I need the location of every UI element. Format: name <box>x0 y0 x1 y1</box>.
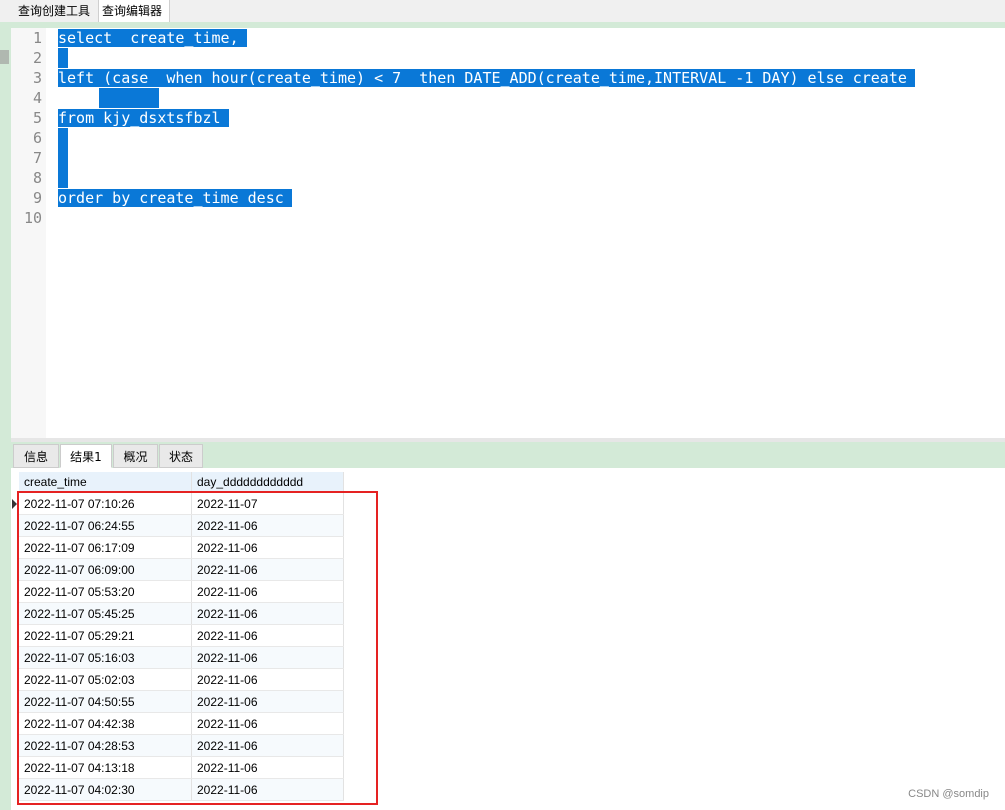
selected-code-text: from kjy_dsxtsfbzl <box>58 109 229 127</box>
selection-highlight <box>58 128 68 148</box>
code-line: select create_time, <box>58 28 247 48</box>
selected-code-text: order by create_time desc <box>58 189 292 207</box>
tab-info[interactable]: 信息 <box>13 444 59 468</box>
line-number: 6 <box>32 129 42 147</box>
selection-highlight <box>58 168 68 188</box>
line-number: 9 <box>32 189 42 207</box>
code-line: from kjy_dsxtsfbzl <box>58 108 229 128</box>
tab-overview[interactable]: 概况 <box>113 444 158 468</box>
line-number: 2 <box>32 49 42 67</box>
tab-query-builder[interactable]: 查询创建工具 <box>15 0 97 22</box>
selected-code-text: left (case when hour(create_time) < 7 th… <box>58 69 915 87</box>
tab-status[interactable]: 状态 <box>159 444 203 468</box>
line-number: 8 <box>32 169 42 187</box>
highlight-annotation-box <box>17 491 378 805</box>
left-side-panel <box>0 22 11 810</box>
tab-result1[interactable]: 结果1 <box>60 444 112 468</box>
selection-highlight <box>58 148 68 168</box>
sql-editor[interactable]: 1 2 3 4 5 6 7 8 9 10 select create_time,left (cas… <box>11 28 1005 438</box>
line-number: 5 <box>32 109 42 127</box>
tab-query-editor[interactable]: 查询编辑器 <box>98 0 170 23</box>
line-number: 3 <box>32 69 42 87</box>
panel-marker <box>0 50 9 64</box>
line-number: 10 <box>23 209 42 227</box>
selection-highlight <box>99 88 159 108</box>
selection-highlight <box>58 48 68 68</box>
line-number: 4 <box>32 89 42 107</box>
code-line: left (case when hour(create_time) < 7 th… <box>58 68 915 88</box>
column-header-day[interactable]: day_dddddddddddd <box>191 472 344 493</box>
query-tab-bar: 查询创建工具 查询编辑器 <box>0 0 1005 23</box>
code-line: order by create_time desc <box>58 188 292 208</box>
column-header-create-time[interactable]: create_time <box>19 472 192 493</box>
line-number: 7 <box>32 149 42 167</box>
line-number: 1 <box>32 29 42 47</box>
selected-code-text: select create_time, <box>58 29 247 47</box>
result-tab-bar: 信息 结果1 概况 状态 <box>11 442 1005 468</box>
watermark: CSDN @somdip <box>908 788 989 800</box>
